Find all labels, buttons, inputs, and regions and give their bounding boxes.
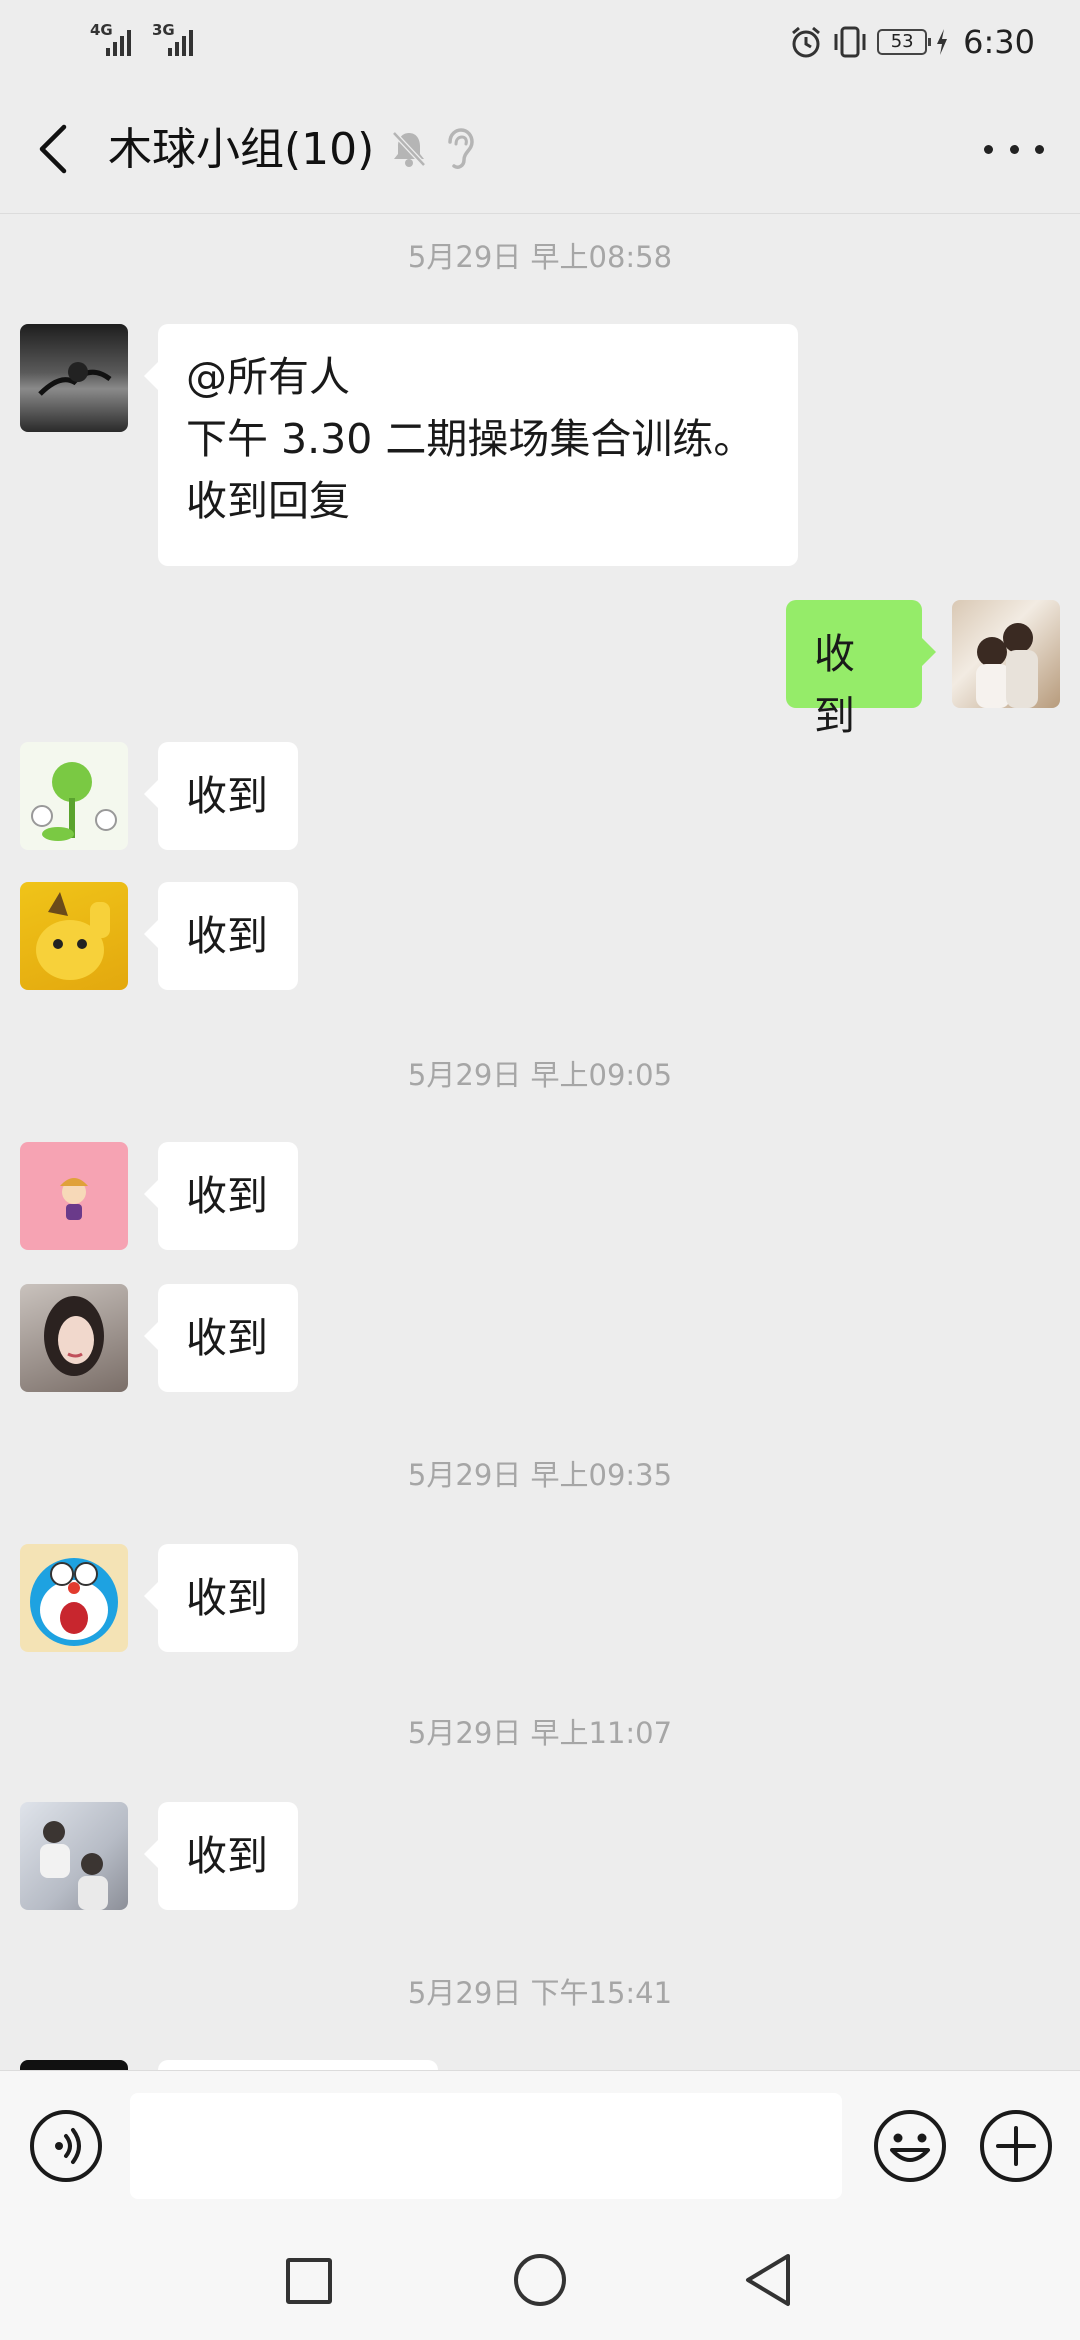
vibrate-icon (834, 26, 866, 58)
message-text: 收到 (186, 912, 268, 960)
more-options-button[interactable] (984, 134, 1044, 164)
ear-icon (448, 128, 474, 169)
more-functions-button[interactable] (978, 2108, 1054, 2184)
back-button[interactable] (28, 119, 78, 179)
message-bubble[interactable]: 收到 (144, 742, 298, 850)
recent-apps-button[interactable] (286, 2258, 332, 2304)
avatar[interactable] (20, 324, 128, 432)
message-text: 收到回复 (186, 477, 350, 525)
avatar-image (36, 892, 110, 980)
avatar-self[interactable] (952, 600, 1060, 708)
input-bar (0, 2070, 1080, 2220)
message-text: 收到 (186, 1574, 268, 1622)
message-text: 收到 (186, 1314, 268, 1362)
chat-header: 木球小组(10) (0, 84, 1080, 214)
message-text: 下午 3.30 二期操场集合训练。 (186, 415, 755, 463)
charging-icon (937, 29, 948, 55)
avatar-image (44, 1296, 104, 1376)
message-bubble-outgoing[interactable]: 收到 (786, 600, 936, 740)
avatar-image (976, 623, 1038, 708)
avatar[interactable] (20, 1142, 128, 1250)
chat-title[interactable]: 木球小组(10) (108, 122, 374, 178)
message-bubble[interactable]: 收到 (144, 882, 298, 990)
avatar[interactable] (20, 882, 128, 990)
message-input[interactable] (130, 2093, 842, 2199)
message-text: @所有人 (186, 353, 350, 401)
plus-circle-icon (980, 2110, 1052, 2182)
message-text: 收到 (186, 1832, 268, 1880)
battery-level: 53 (890, 31, 914, 52)
message-bubble[interactable] (158, 2060, 438, 2070)
message-text: 收到 (186, 772, 268, 820)
emoji-icon (874, 2110, 946, 2182)
avatar-image (31, 762, 117, 841)
avatar[interactable] (20, 742, 128, 850)
signal-3g-icon: 3G (152, 22, 208, 58)
clock: 6:30 (963, 23, 1035, 61)
signal-4g-icon: 4G (90, 22, 146, 58)
message-text: 收到 (186, 1172, 268, 1220)
message-bubble[interactable]: 收到 (144, 1284, 298, 1392)
message-bubble[interactable]: @所有人 下午 3.30 二期操场集合训练。 收到回复 (144, 324, 798, 566)
battery-indicator: 53 (877, 29, 932, 55)
more-dots-icon (984, 144, 993, 154)
bell-off-icon (392, 131, 426, 167)
message-bubble[interactable]: 收到 (144, 1802, 298, 1910)
emoji-button[interactable] (872, 2108, 948, 2184)
avatar-image (60, 1178, 88, 1220)
avatar-image (30, 1558, 118, 1646)
avatar-image (38, 362, 112, 396)
message-list[interactable]: 5月29日 早上08:58 @所有人 下午 3.30 二期操场集合训练。 收到回… (0, 214, 1080, 2070)
alarm-icon (792, 26, 821, 58)
avatar[interactable] (20, 1284, 128, 1392)
voice-button[interactable] (30, 2110, 102, 2182)
avatar-image (40, 1821, 108, 1910)
message-bubble[interactable]: 收到 (144, 1544, 298, 1652)
avatar[interactable] (20, 2060, 128, 2070)
timestamp: 5月29日 早上09:35 (407, 1458, 673, 1492)
timestamp: 5月29日 下午15:41 (407, 1976, 673, 2010)
message-text: 收到 (814, 630, 855, 740)
chevron-left-icon (39, 124, 67, 174)
home-button[interactable] (514, 2254, 566, 2306)
voice-icon (55, 2128, 81, 2164)
system-nav-bar (0, 2220, 1080, 2340)
timestamp: 5月29日 早上11:07 (407, 1716, 673, 1750)
status-bar: 4G 3G 53 6:30 (0, 0, 1080, 84)
message-bubble[interactable]: 收到 (144, 1142, 298, 1250)
status-indicators: 53 6:30 (789, 20, 1035, 64)
timestamp: 5月29日 早上09:05 (407, 1058, 673, 1092)
timestamp: 5月29日 早上08:58 (407, 240, 673, 274)
avatar[interactable] (20, 1802, 128, 1910)
triangle-back-icon[interactable] (742, 2252, 794, 2308)
avatar[interactable] (20, 1544, 128, 1652)
